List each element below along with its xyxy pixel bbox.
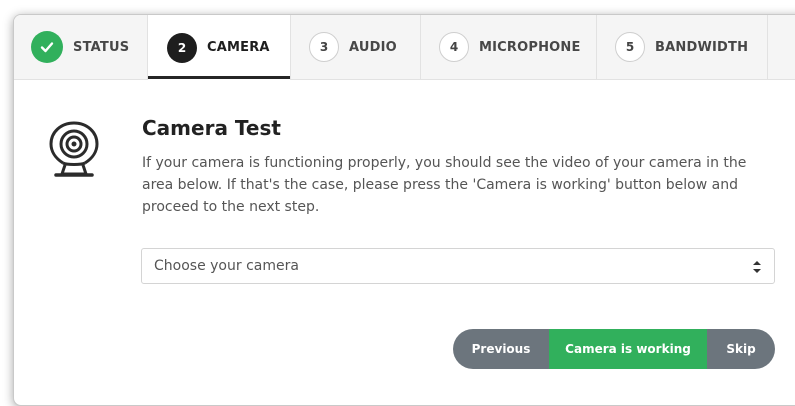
tab-bandwidth[interactable]: 5 BANDWIDTH	[597, 15, 768, 79]
tab-label: MICROPHONE	[479, 39, 581, 55]
step-number-badge: 4	[439, 32, 469, 62]
select-arrows-icon	[753, 261, 761, 273]
step-number-badge: 5	[615, 32, 645, 62]
tab-label: BANDWIDTH	[655, 39, 749, 55]
camera-test-panel: Camera Test If your camera is functionin…	[14, 80, 795, 405]
camera-test-window: STATUS 2 CAMERA 3 AUDIO 4 MICROPHONE 5 B…	[13, 14, 795, 406]
wizard-steps-tabs: STATUS 2 CAMERA 3 AUDIO 4 MICROPHONE 5 B…	[14, 15, 795, 80]
tab-label: STATUS	[73, 39, 130, 55]
camera-select[interactable]: Choose your camera	[141, 248, 775, 284]
previous-button[interactable]: Previous	[453, 329, 549, 369]
status-check-badge	[31, 31, 63, 63]
tab-microphone[interactable]: 4 MICROPHONE	[421, 15, 597, 79]
camera-working-button[interactable]: Camera is working	[549, 329, 707, 369]
step-number-badge: 3	[309, 32, 339, 62]
tab-audio[interactable]: 3 AUDIO	[291, 15, 421, 79]
camera-test-description: If your camera is functioning properly, …	[142, 155, 747, 215]
step-number-badge: 2	[167, 32, 197, 63]
skip-button[interactable]: Skip	[707, 329, 775, 369]
page-title: Camera Test	[142, 116, 281, 140]
navigation-button-group: Previous Camera is working Skip	[453, 329, 775, 369]
webcam-icon	[49, 121, 99, 177]
tab-label: CAMERA	[207, 40, 270, 55]
tab-status[interactable]: STATUS	[14, 15, 148, 79]
tab-camera[interactable]: 2 CAMERA	[148, 15, 291, 80]
check-icon	[40, 42, 54, 53]
tab-label: AUDIO	[349, 39, 397, 55]
camera-select-value: Choose your camera	[154, 258, 299, 274]
